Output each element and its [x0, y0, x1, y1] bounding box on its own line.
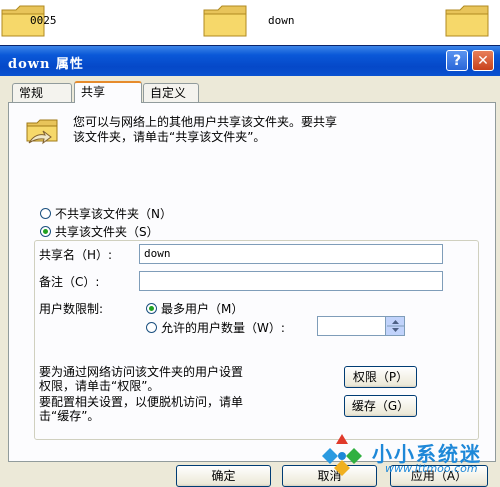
folder-icon[interactable] [202, 2, 248, 38]
folder-icon[interactable] [444, 2, 490, 38]
no-share-radio[interactable] [40, 208, 51, 219]
title-bar[interactable]: down 属性 ? ✕ [0, 46, 500, 76]
cache-text-line-2: 击“缓存”。 [39, 409, 100, 423]
cache-button[interactable]: 缓存（G） [344, 395, 417, 417]
desktop-item-label[interactable]: 0025 [30, 14, 57, 27]
watermark-logo-icon [318, 432, 366, 480]
share-radio[interactable] [40, 226, 51, 237]
user-limit-label: 用户数限制: [39, 302, 104, 316]
permissions-text-line-2: 权限，请单击“权限”。 [39, 379, 160, 393]
tab-customize[interactable]: 自定义 [143, 83, 199, 102]
close-button[interactable]: ✕ [472, 50, 494, 71]
user-count-spinner[interactable] [385, 317, 404, 335]
shared-folder-icon [25, 115, 59, 145]
share-name-label: 共享名（H）: [39, 248, 113, 262]
max-users-radio[interactable] [146, 303, 157, 314]
comment-label: 备注（C）: [39, 275, 100, 289]
share-label[interactable]: 共享该文件夹（S） [55, 223, 159, 240]
tab-general[interactable]: 常规 [12, 83, 72, 102]
help-button[interactable]: ? [446, 50, 468, 71]
permissions-button[interactable]: 权限（P） [344, 366, 417, 388]
share-name-input[interactable]: down [139, 244, 443, 264]
allow-users-radio[interactable] [146, 322, 157, 333]
properties-dialog: down 属性 ? ✕ 常规 共享 自定义 您可以与网络上的其他用户共享该文件夹… [0, 45, 500, 487]
description-line-2: 该文件夹，请单击“共享该文件夹”。 [73, 130, 266, 144]
ok-button[interactable]: 确定 [176, 465, 271, 487]
watermark-url: www.ittmoo.com [385, 462, 478, 475]
sharing-panel: 您可以与网络上的其他用户共享该文件夹。要共享 该文件夹，请单击“共享该文件夹”。… [8, 102, 496, 462]
tab-sharing[interactable]: 共享 [74, 81, 142, 103]
allow-users-label[interactable]: 允许的用户数量（W）: [161, 319, 285, 336]
desktop-item-label[interactable]: down [268, 14, 295, 27]
no-share-label[interactable]: 不共享该文件夹（N） [55, 205, 172, 222]
dialog-title: down 属性 [8, 57, 84, 72]
comment-input[interactable] [139, 271, 443, 291]
max-users-label[interactable]: 最多用户（M） [161, 300, 243, 317]
desktop-strip: 0025 down [0, 0, 500, 45]
